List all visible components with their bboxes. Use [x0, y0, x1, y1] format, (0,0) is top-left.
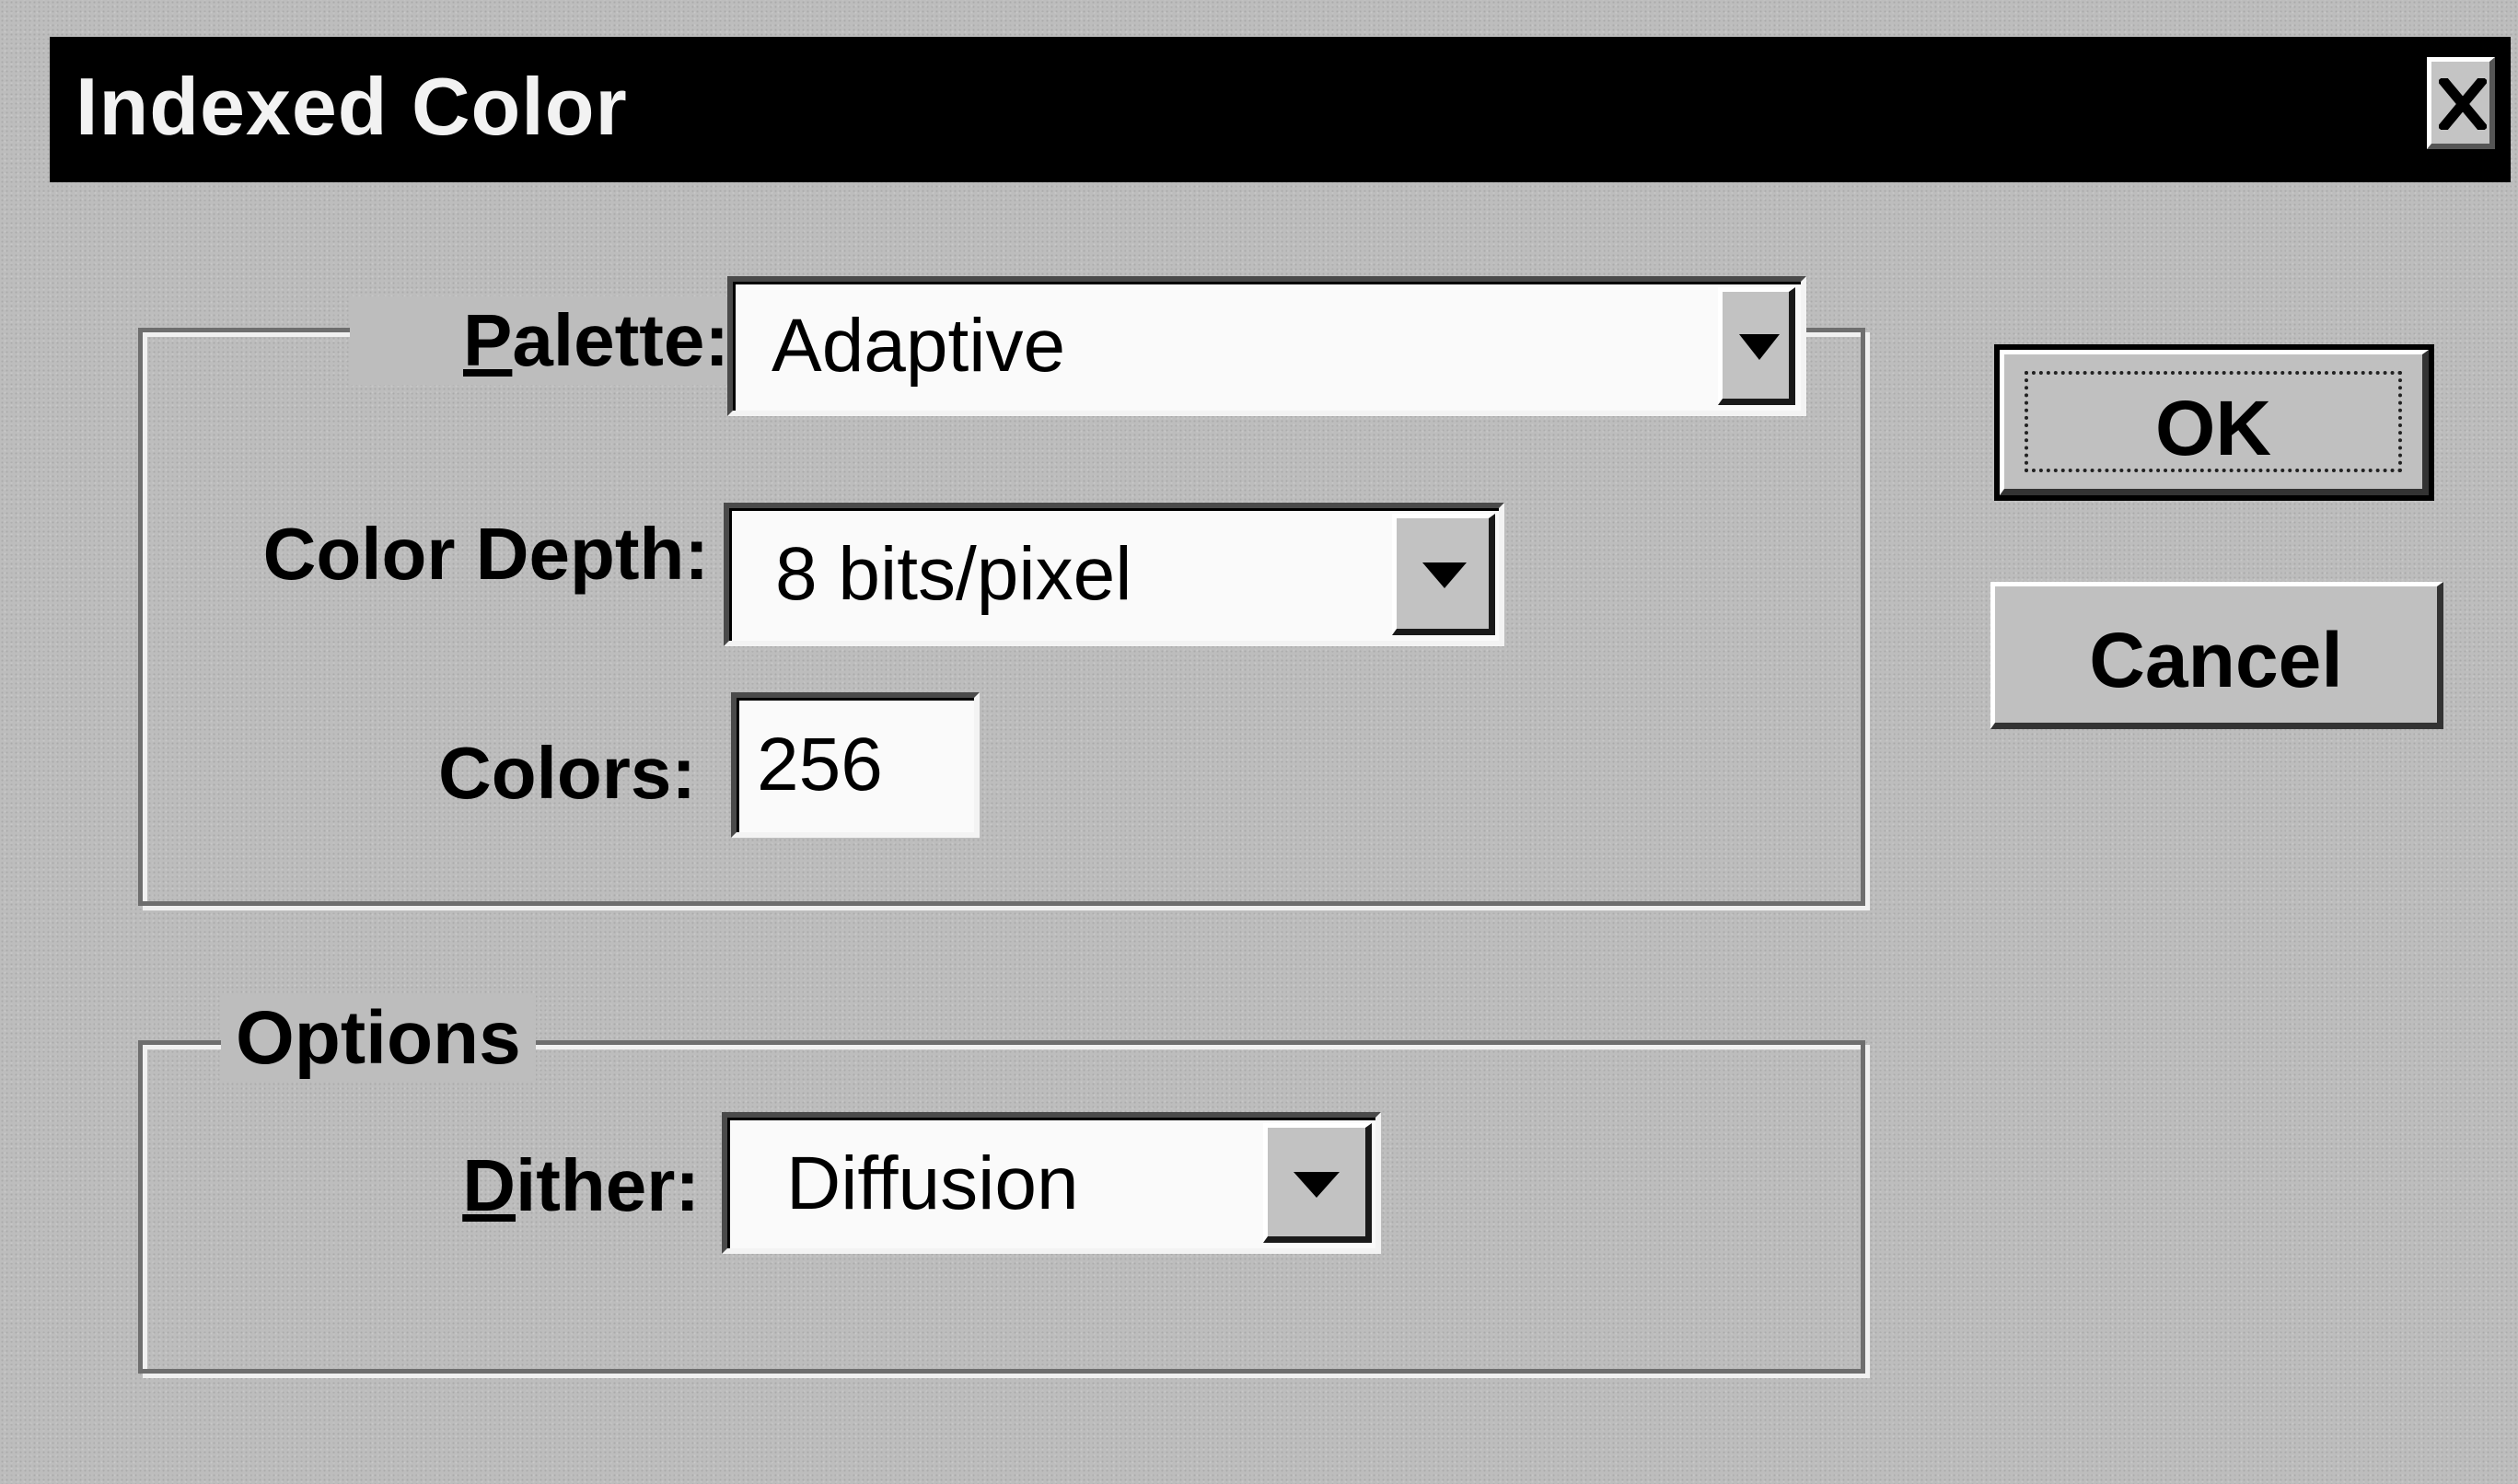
options-legend: Options	[221, 994, 536, 1083]
window-title: Indexed Color	[75, 61, 628, 152]
chevron-down-icon	[1739, 334, 1780, 360]
close-icon	[2439, 78, 2487, 130]
cancel-button-label: Cancel	[2089, 617, 2343, 703]
color-depth-dropdown-button[interactable]	[1392, 514, 1495, 635]
palette-select[interactable]: Adaptive	[727, 276, 1806, 416]
colors-input[interactable]	[731, 692, 980, 838]
ok-button-label: OK	[2155, 385, 2271, 471]
dither-select-value: Diffusion	[786, 1142, 1079, 1225]
dither-select[interactable]: Diffusion	[722, 1112, 1381, 1254]
colors-label: Colors:	[438, 732, 696, 814]
color-depth-label: Color Depth:	[262, 513, 709, 595]
dither-label: Dither:	[462, 1144, 700, 1226]
cancel-button[interactable]: Cancel	[1990, 582, 2443, 729]
dither-dropdown-button[interactable]	[1263, 1123, 1372, 1243]
color-depth-select[interactable]: 8 bits/pixel	[724, 503, 1504, 646]
chevron-down-icon	[1422, 562, 1467, 588]
palette-dropdown-button[interactable]	[1718, 287, 1795, 405]
color-depth-select-value: 8 bits/pixel	[775, 532, 1132, 616]
palette-select-value: Adaptive	[772, 304, 1066, 388]
palette-label: Palette:	[350, 296, 733, 385]
indexed-color-dialog: Indexed Color Palette: Adaptive Color De…	[0, 0, 2518, 1484]
close-button[interactable]	[2427, 57, 2495, 149]
chevron-down-icon	[1294, 1172, 1340, 1198]
title-bar[interactable]: Indexed Color	[50, 37, 2511, 182]
ok-button[interactable]: OK	[1994, 344, 2434, 501]
